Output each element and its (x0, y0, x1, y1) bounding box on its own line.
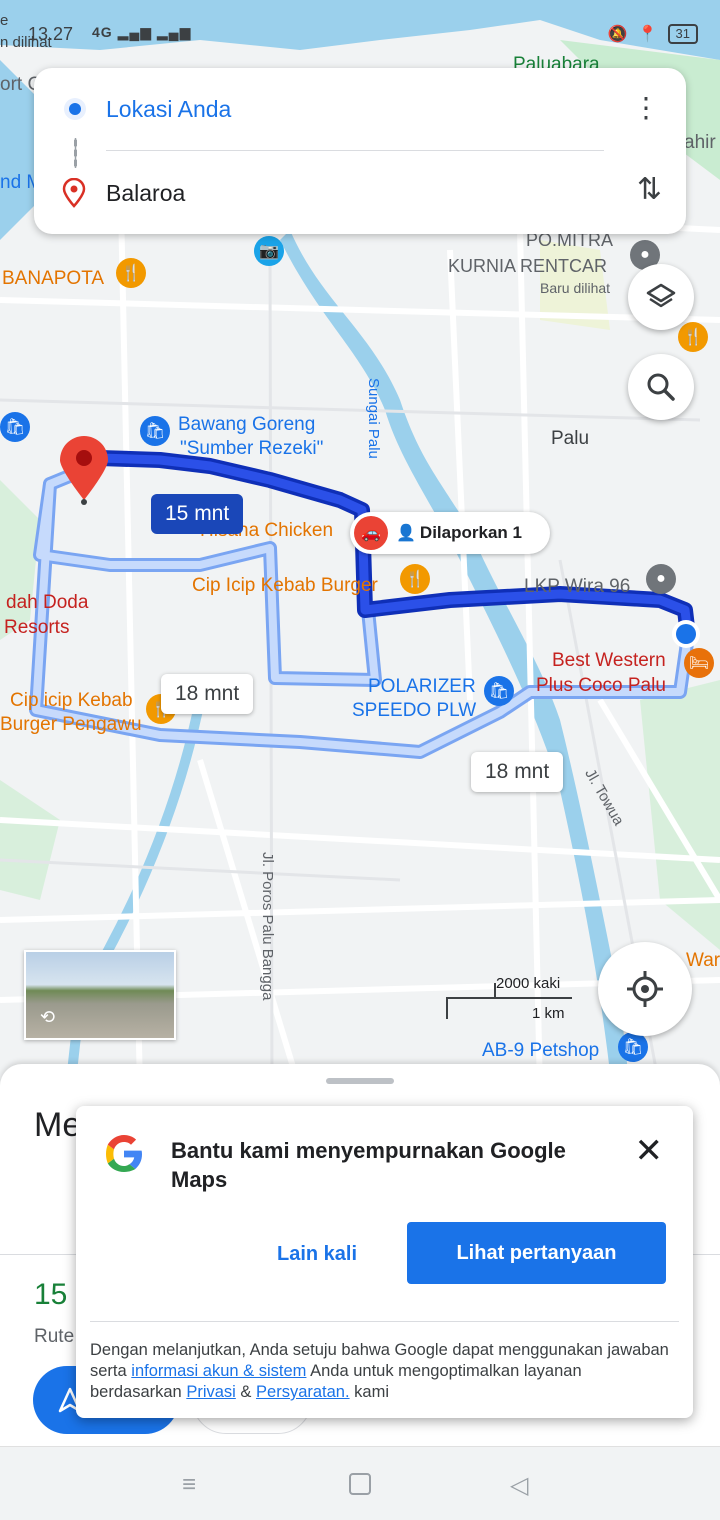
poi-ab9-petshop[interactable]: AB-9 Petshop (482, 1040, 599, 1062)
origin-field[interactable]: Lokasi Anda (106, 96, 231, 123)
crash-icon: 🚗 (354, 516, 388, 550)
street-view-thumbnail[interactable]: ⟲ (24, 950, 176, 1040)
sheet-title: Me (34, 1106, 82, 1144)
poi-polarizer-sub[interactable]: SPEEDO PLW (352, 700, 476, 722)
city-label-palu: Palu (551, 428, 590, 449)
search-button[interactable] (628, 354, 694, 420)
destination-field[interactable]: Balaroa (106, 180, 185, 207)
poi-best-western[interactable]: Best Western (552, 650, 666, 672)
route-time-selected[interactable]: 15 mnt (151, 494, 244, 534)
poi-recent-label: Baru dilihat (540, 280, 611, 296)
close-icon[interactable]: ✕ (635, 1134, 664, 1168)
system-nav-bar: ≡ ◁ (0, 1446, 720, 1520)
route-time-alt-1[interactable]: 18 mnt (161, 674, 254, 714)
place-icon[interactable]: ● (646, 564, 676, 594)
terms-link[interactable]: Persyaratan. (256, 1383, 350, 1401)
location-status-icon: 📍 (637, 26, 658, 43)
route-duration: 15 (34, 1278, 68, 1311)
battery-icon: 31 (667, 24, 698, 44)
back-nav-icon[interactable]: ◁ (510, 1471, 528, 1500)
restaurant-icon[interactable]: 🍴 (678, 322, 708, 352)
route-time-alt-2[interactable]: 18 mnt (471, 752, 564, 792)
dialog-fine-print: Dengan melanjutkan, Anda setuju bahwa Go… (90, 1341, 669, 1401)
view-questions-button[interactable]: Lihat pertanyaan (407, 1222, 666, 1284)
poi-best-western-sub[interactable]: Plus Coco Palu (536, 675, 666, 697)
person-icon: 👤 (396, 525, 416, 542)
menu-nav-icon[interactable]: ≡ (182, 1471, 196, 1499)
traffic-report-chip[interactable]: 🚗 👤 Dilaporkan 1 (350, 512, 550, 554)
shopping-icon[interactable]: 🛍 (140, 416, 170, 446)
poi-bawang-goreng[interactable]: Bawang Goreng (178, 414, 315, 436)
mute-icon: 🔕 (607, 26, 628, 43)
current-location-dot (676, 624, 696, 644)
poi-cip-icip-2-sub[interactable]: Burger Pengawu (0, 714, 142, 736)
poi-lkp-wira[interactable]: LKP Wira 96 (524, 576, 630, 598)
layers-button[interactable] (628, 264, 694, 330)
google-logo-icon (106, 1135, 142, 1172)
status-corner-text: e (0, 12, 9, 29)
crosshair-icon (627, 971, 663, 1007)
poi-polarizer[interactable]: POLARIZER (368, 676, 476, 698)
later-button[interactable]: Lain kali (262, 1224, 372, 1284)
poi-cip-icip-kebab[interactable]: Cip Icip Kebab Burger (192, 575, 378, 597)
account-system-info-link[interactable]: informasi akun & sistem (131, 1362, 306, 1380)
scale-metric: 1 km (532, 1005, 565, 1022)
scale-imperial: 2000 kaki (496, 975, 561, 992)
rotate-360-icon: ⟲ (40, 1007, 56, 1027)
hotel-icon[interactable]: 🛏 (684, 648, 714, 678)
shopping-icon[interactable]: 🛍 (484, 676, 514, 706)
privacy-link[interactable]: Privasi (186, 1383, 236, 1401)
feedback-dialog: Bantu kami menyempurnakan Google Maps ✕ … (76, 1106, 693, 1418)
poi-cip-icip-2[interactable]: Cip icip Kebab (10, 690, 133, 712)
restaurant-icon[interactable]: 🍴 (116, 258, 146, 288)
poi-banapota[interactable]: BANAPOTA (2, 268, 104, 290)
camera-icon[interactable]: 📷 (254, 236, 284, 266)
river-label-sungai-palu: Sungai Palu (365, 378, 382, 459)
layers-icon (646, 283, 676, 308)
shopping-icon[interactable]: 🛍 (0, 412, 30, 442)
my-location-button[interactable] (598, 942, 692, 1036)
poi-indah-doda-sub[interactable]: Resorts (4, 617, 69, 639)
restaurant-icon[interactable]: 🍴 (400, 564, 430, 594)
route-subtitle: Rute (34, 1326, 75, 1347)
search-icon (647, 373, 675, 401)
route-connector-icon (74, 138, 77, 168)
swap-direction-icon[interactable]: ⇅ (637, 172, 662, 207)
home-nav-icon[interactable] (349, 1473, 371, 1495)
sheet-drag-handle[interactable] (326, 1078, 394, 1084)
signal-icon: 4G ▂▄▆ ▂▄▆ (92, 24, 192, 40)
shopping-icon[interactable]: 🛍 (618, 1032, 648, 1062)
dialog-title: Bantu kami menyempurnakan Google Maps (171, 1138, 566, 1192)
destination-pin-icon (62, 178, 86, 208)
poi-indah-doda[interactable]: dah Doda (6, 592, 88, 614)
poi-bawang-goreng-sub[interactable]: "Sumber Rezeki" (180, 438, 323, 460)
street-label-poros: Jl. Poros Palu Bangga (259, 852, 276, 1001)
map-label-ahir: ahir (684, 132, 716, 153)
report-chip-label: Dilaporkan 1 (419, 523, 522, 542)
origin-dot-icon (64, 98, 86, 120)
status-time: 13.27 (28, 24, 74, 44)
more-options-icon[interactable]: ⋮ (632, 94, 660, 122)
map-label-war: War (686, 950, 720, 971)
poi-kurnia-rentcar[interactable]: KURNIA RENTCAR (448, 256, 607, 277)
directions-card: Lokasi Anda Balaroa ⋮ ⇅ (34, 68, 686, 234)
